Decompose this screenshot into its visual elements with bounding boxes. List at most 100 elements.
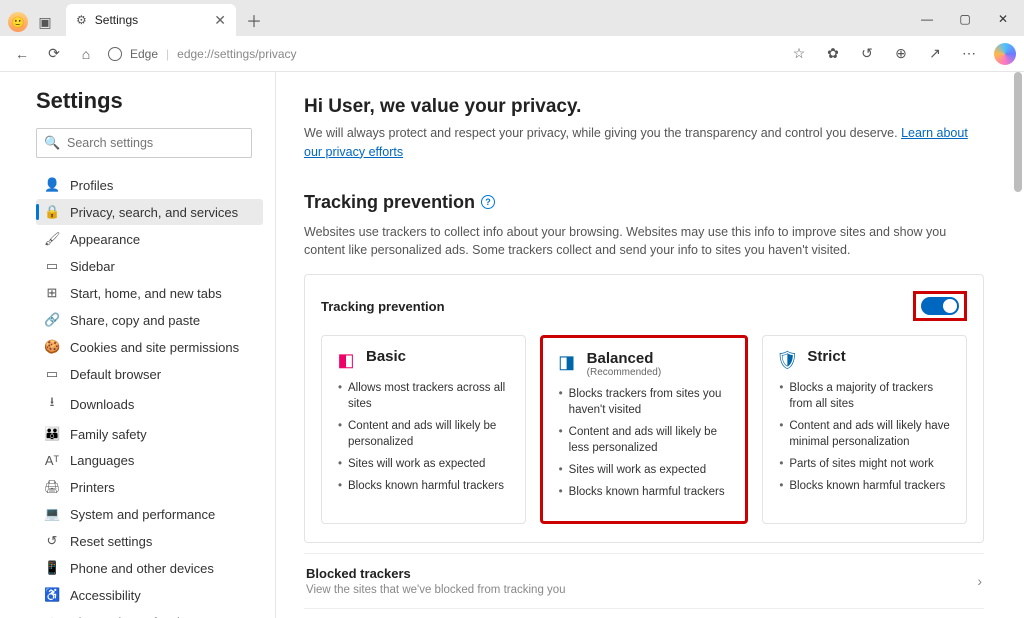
- url-text: edge://settings/privacy: [177, 47, 296, 61]
- sidebar-item-downloads[interactable]: ⭳ Downloads: [36, 388, 263, 420]
- nav-icon: ♿: [44, 587, 60, 603]
- sidebar-nav: 👤 Profiles 🔒 Privacy, search, and services 🖌…: [36, 172, 263, 618]
- sidebar-item-start-home-and-new-tabs[interactable]: ⊞ Start, home, and new tabs: [36, 280, 263, 306]
- tracking-card-balanced[interactable]: ◨Balanced(Recommended)Blocks trackers fr…: [540, 335, 749, 524]
- nav-label: About Microsoft Edge: [70, 615, 194, 618]
- page-subtitle: We will always protect and respect your …: [304, 124, 984, 162]
- settings-sidebar: Settings 🔍 👤 Profiles 🔒 Privacy, search, an…: [0, 72, 276, 618]
- help-icon[interactable]: ?: [481, 195, 495, 209]
- favorite-button[interactable]: ☆: [784, 39, 814, 69]
- sidebar-item-reset-settings[interactable]: ↺ Reset settings: [36, 528, 263, 554]
- close-tab-icon[interactable]: ✕: [214, 12, 226, 29]
- sidebar-item-profiles[interactable]: 👤 Profiles: [36, 172, 263, 198]
- nav-label: Profiles: [70, 178, 113, 193]
- nav-label: Privacy, search, and services: [70, 205, 238, 220]
- tracking-card-basic[interactable]: ◧BasicAllows most trackers across all si…: [321, 335, 526, 524]
- nav-label: System and performance: [70, 507, 215, 522]
- settings-content: Settings 🔍 👤 Profiles 🔒 Privacy, search, an…: [0, 72, 1024, 618]
- tracking-prevention-toggle[interactable]: [921, 297, 959, 315]
- tracking-prevention-panel: Tracking prevention ◧BasicAllows most tr…: [304, 274, 984, 543]
- sidebar-item-default-browser[interactable]: ▭ Default browser: [36, 361, 263, 387]
- card-icon: ◨: [555, 350, 579, 374]
- nav-icon: 💻: [44, 506, 60, 522]
- sidebar-item-about-microsoft-edge[interactable]: ◆ About Microsoft Edge: [36, 609, 263, 618]
- nav-label: Printers: [70, 480, 115, 495]
- nav-label: Downloads: [70, 397, 134, 412]
- nav-label: Default browser: [70, 367, 161, 382]
- window-minimize-button[interactable]: —: [908, 4, 946, 34]
- copilot-icon[interactable]: [994, 43, 1016, 65]
- sidebar-item-printers[interactable]: 🖨 Printers: [36, 474, 263, 500]
- sidebar-item-accessibility[interactable]: ♿Accessibility: [36, 582, 263, 608]
- card-icon: 🛡: [775, 348, 799, 372]
- workspaces-icon[interactable]: ▣: [36, 13, 54, 31]
- chevron-right-icon: ›: [977, 573, 982, 589]
- tracking-level-cards: ◧BasicAllows most trackers across all si…: [321, 335, 967, 524]
- nav-label: Languages: [70, 453, 134, 468]
- browser-toolbar: ← ⟳ ⌂ Edge | edge://settings/privacy ☆ ✿…: [0, 36, 1024, 72]
- window-maximize-button[interactable]: ▢: [946, 4, 984, 34]
- nav-icon: ⊞: [44, 285, 60, 301]
- tracking-prevention-label: Tracking prevention: [321, 299, 445, 314]
- sidebar-item-cookies-and-site-permissions[interactable]: 🍪Cookies and site permissions: [36, 334, 263, 360]
- profile-avatar-icon[interactable]: 🙂: [8, 12, 28, 32]
- nav-icon: 🖌: [44, 231, 60, 247]
- window-close-button[interactable]: ✕: [984, 4, 1022, 34]
- search-input[interactable]: [36, 128, 252, 158]
- new-tab-button[interactable]: ＋: [240, 6, 268, 34]
- nav-label: Start, home, and new tabs: [70, 286, 222, 301]
- exceptions-row[interactable]: Exceptions Allow all trackers on sites y…: [304, 608, 984, 618]
- sidebar-item-appearance[interactable]: 🖌 Appearance: [36, 226, 263, 252]
- nav-label: Reset settings: [70, 534, 152, 549]
- back-button[interactable]: ←: [8, 40, 36, 68]
- blocked-trackers-row[interactable]: Blocked trackers View the sites that we'…: [304, 553, 984, 608]
- nav-icon: 🔗: [44, 312, 60, 328]
- nav-icon: 🖨: [44, 479, 60, 495]
- highlight-box-toggle: [913, 291, 967, 321]
- collections-button[interactable]: ⊕: [886, 39, 916, 69]
- sidebar-item-share-copy-and-paste[interactable]: 🔗 Share, copy and paste: [36, 307, 263, 333]
- tracking-prevention-heading: Tracking prevention ?: [304, 192, 984, 213]
- sidebar-item-phone-and-other-devices[interactable]: 📱Phone and other devices: [36, 555, 263, 581]
- address-bar[interactable]: Edge | edge://settings/privacy: [108, 47, 297, 61]
- nav-icon: ↺: [44, 533, 60, 549]
- sidebar-heading: Settings: [36, 88, 263, 114]
- sidebar-item-family-safety[interactable]: 👪 Family safety: [36, 421, 263, 447]
- search-icon: 🔍: [44, 135, 60, 151]
- nav-icon: ▭: [44, 366, 60, 382]
- sidebar-item-system-and-performance[interactable]: 💻 System and performance: [36, 501, 263, 527]
- card-icon: ◧: [334, 348, 358, 372]
- sidebar-item-privacy-search-and-services[interactable]: 🔒 Privacy, search, and services: [36, 199, 263, 225]
- settings-main: Hi User, we value your privacy. We will …: [276, 72, 1024, 618]
- tracking-card-strict[interactable]: 🛡StrictBlocks a majority of trackers fro…: [762, 335, 967, 524]
- edge-icon: [108, 47, 122, 61]
- browser-tab-settings[interactable]: ⚙ Settings ✕: [66, 4, 236, 36]
- nav-icon: ⭳: [44, 393, 60, 415]
- history-button[interactable]: ↺: [852, 39, 882, 69]
- refresh-button[interactable]: ⟳: [40, 40, 68, 68]
- nav-icon: 🍪: [44, 339, 60, 355]
- nav-icon: 🔒: [44, 204, 60, 220]
- nav-icon: Aᵀ: [44, 453, 60, 468]
- nav-label: Appearance: [70, 232, 140, 247]
- share-button[interactable]: ↗: [920, 39, 950, 69]
- extensions-button[interactable]: ✿: [818, 39, 848, 69]
- nav-icon: ◆: [44, 614, 60, 618]
- tab-title: Settings: [95, 13, 138, 27]
- nav-label: Share, copy and paste: [70, 313, 200, 328]
- url-brand: Edge: [130, 47, 158, 61]
- nav-icon: 👪: [44, 426, 60, 442]
- page-title: Hi User, we value your privacy.: [304, 96, 984, 118]
- sidebar-item-languages[interactable]: Aᵀ Languages: [36, 448, 263, 473]
- search-settings: 🔍: [36, 128, 263, 158]
- tracking-prevention-desc: Websites use trackers to collect info ab…: [304, 223, 984, 261]
- menu-button[interactable]: ⋯: [954, 39, 984, 69]
- scrollbar[interactable]: [1014, 72, 1022, 618]
- nav-icon: ▭: [44, 258, 60, 274]
- nav-icon: 📱: [44, 560, 60, 576]
- nav-icon: 👤: [44, 177, 60, 193]
- nav-label: Family safety: [70, 427, 147, 442]
- nav-label: Sidebar: [70, 259, 115, 274]
- sidebar-item-sidebar[interactable]: ▭ Sidebar: [36, 253, 263, 279]
- home-button[interactable]: ⌂: [72, 40, 100, 68]
